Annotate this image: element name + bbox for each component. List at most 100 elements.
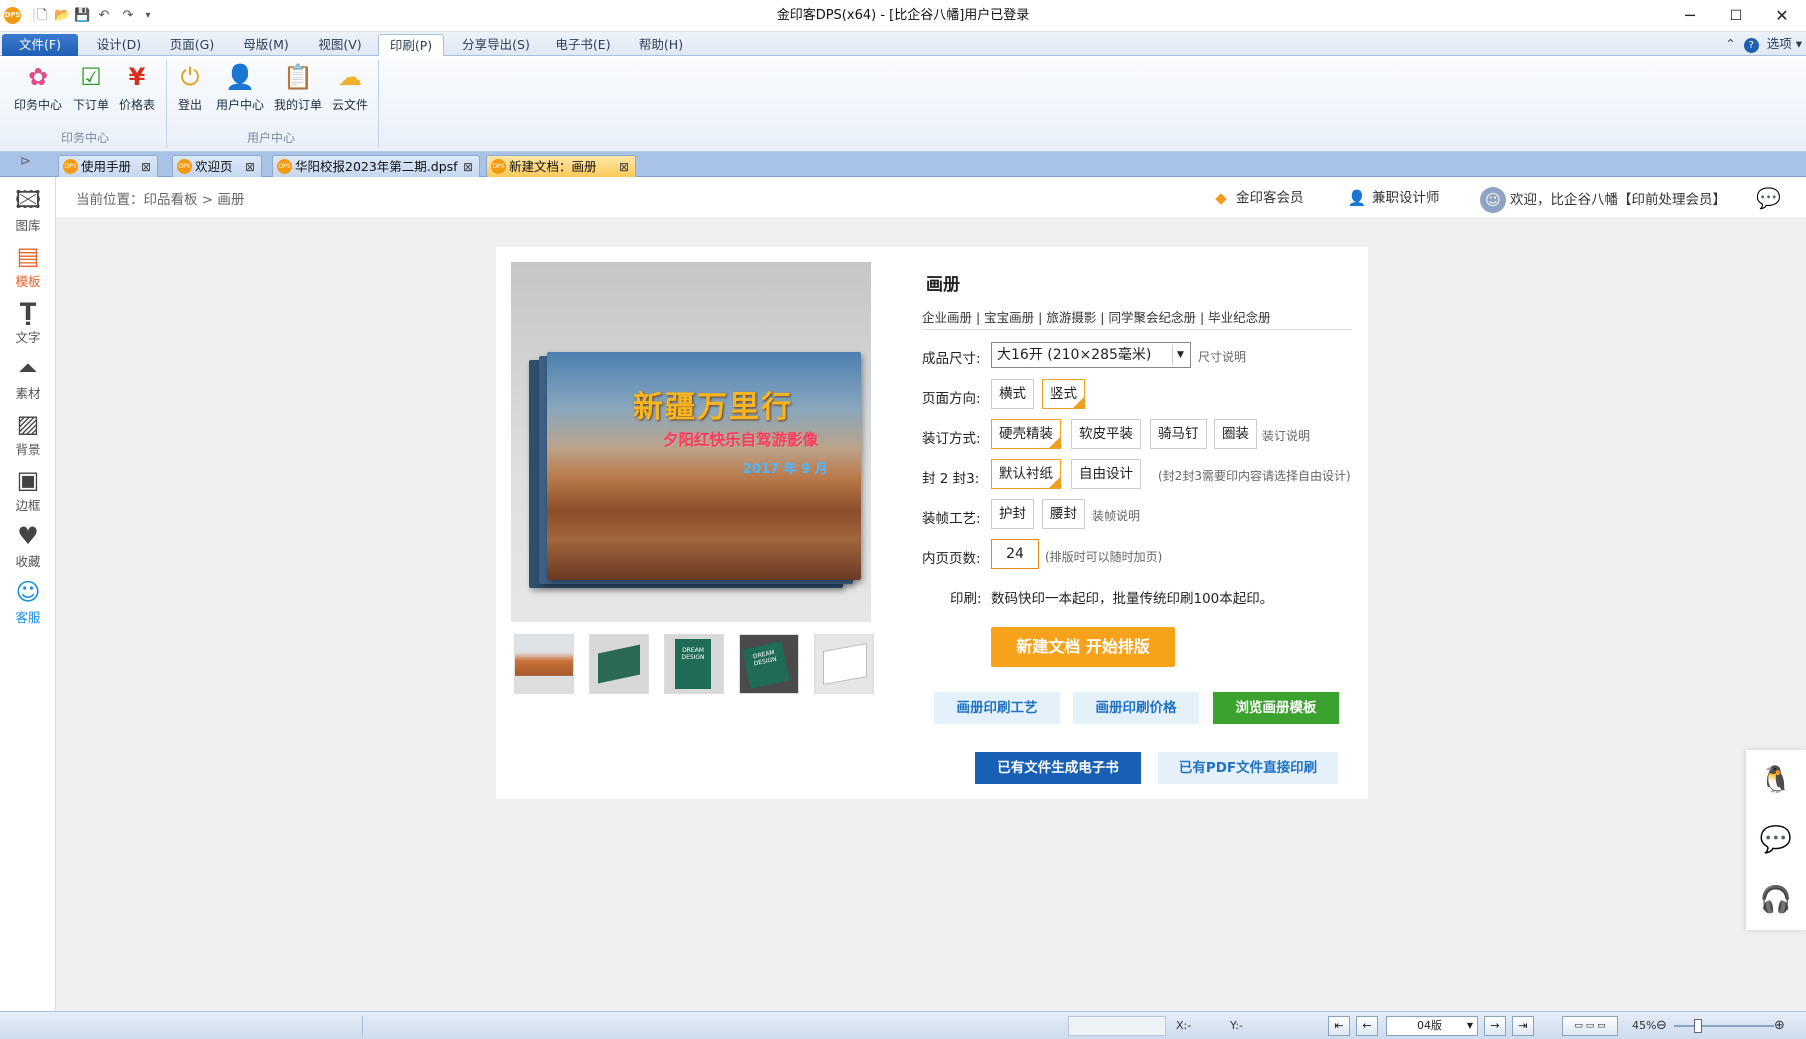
text-icon: Ṭ [19,298,37,326]
sidebar-item-gallery[interactable]: 🖾 图库 [0,181,56,237]
new-file-icon[interactable]: 🗋 [34,8,50,24]
sidebar-item-favorites[interactable]: ♥ 收藏 [0,517,56,573]
previous-page-icon[interactable]: ← [1356,1016,1378,1036]
menu-design[interactable]: 设计(D) [90,34,148,56]
new-document-button[interactable]: 新建文档 开始排版 [991,627,1175,667]
document-tab-bar: ⊳ DPS 使用手册 ⊠ DPS 欢迎页 ⊠ DPS 华阳校报2023年第二期.… [0,152,1806,177]
redo-icon[interactable]: ↷ [120,8,136,24]
craft-note-link[interactable]: 装帧说明 [1092,507,1140,524]
cover23-default[interactable]: 默认衬纸 ✓ [991,459,1061,489]
last-page-icon[interactable]: ⇥ [1512,1016,1534,1036]
template-icon: ▤ [16,242,40,270]
sidebar-item-templates[interactable]: ▤ 模板 [0,237,56,293]
view-mode-icon[interactable]: ▭ ▭ ▭ [1562,1016,1618,1036]
tab-welcome[interactable]: DPS 欢迎页 ⊠ [172,155,262,177]
print-center-button[interactable]: ✿ 印务中心 [10,62,66,118]
thumbnail-3[interactable]: DREAM DESIGN [664,634,724,694]
sidebar-item-background[interactable]: ▨ 背景 [0,405,56,461]
craft-belly-band[interactable]: 腰封 [1042,499,1085,529]
sidebar-item-support[interactable]: ☺ 客服 [0,573,56,629]
support-icon: ☺ [15,578,41,606]
maximize-button[interactable]: ☐ [1712,0,1760,32]
close-tab-icon[interactable]: ⊠ [245,156,255,178]
sidebar-item-materials[interactable]: ⏶ 素材 [0,349,56,405]
menu-page[interactable]: 页面(G) [164,34,220,56]
cloud-files-button[interactable]: ☁ 云文件 [328,62,372,118]
pages-input[interactable]: 24 [991,539,1039,569]
user-center-button[interactable]: 👤 用户中心 [212,62,268,118]
menu-share-export[interactable]: 分享导出(S) [456,34,536,56]
binding-saddle-stitch[interactable]: 骑马钉 [1150,419,1207,449]
tab-user-manual[interactable]: DPS 使用手册 ⊠ [58,155,158,177]
qq-icon[interactable]: 🐧 [1746,750,1806,810]
chevron-down-icon[interactable]: ▼ [1172,345,1188,365]
menu-help[interactable]: 帮助(H) [630,34,692,56]
page-select[interactable]: 04版 ▼ [1386,1016,1478,1036]
headset-icon[interactable]: 🎧 [1746,870,1806,930]
minimize-button[interactable]: ─ [1666,0,1714,32]
print-pdf-button[interactable]: 已有PDF文件直接印刷 [1158,752,1338,784]
size-select[interactable]: 大16开 (210×285毫米) ▼ [991,342,1191,368]
save-icon[interactable]: 💾 [74,8,90,24]
thumbnail-5[interactable] [814,634,874,694]
sidebar-item-border[interactable]: ▣ 边框 [0,461,56,517]
binding-ring[interactable]: 圈装 [1214,419,1257,449]
close-button[interactable]: ✕ [1758,0,1806,32]
status-bar: X:- Y:- ⇤ ← 04版 ▼ → ⇥ ▭ ▭ ▭ 45% ⊖ ⊕ [0,1011,1806,1039]
thumbnail-4[interactable]: DREAM DESIGN [739,634,799,694]
chevron-down-icon[interactable]: ▼ [1467,1017,1473,1035]
logout-button[interactable]: ⏻ 登出 [170,62,210,118]
orientation-landscape[interactable]: 横式 [991,379,1034,409]
help-icon[interactable]: ? [1743,38,1759,53]
generate-ebook-button[interactable]: 已有文件生成电子书 [975,752,1141,784]
sidebar-item-text[interactable]: Ṭ 文字 [0,293,56,349]
close-tab-icon[interactable]: ⊠ [463,156,473,178]
cover23-free-design[interactable]: 自由设计 [1071,459,1141,489]
welcome-user[interactable]: ☺ 欢迎，比企谷八幡【印前处理会员】 [1480,187,1726,213]
orientation-portrait[interactable]: 竖式 ✓ [1042,379,1085,409]
print-craft-link[interactable]: 画册印刷工艺 [934,692,1060,724]
undo-icon[interactable]: ↶ [96,8,112,24]
tab-school-paper[interactable]: DPS 华阳校报2023年第二期.dpsf ⊠ [272,155,480,177]
menu-print[interactable]: 印刷(P) [378,34,444,56]
menu-file[interactable]: 文件(F) [2,34,78,56]
category-links[interactable]: 企业画册 | 宝宝画册 | 旅游摄影 | 同学聚会纪念册 | 毕业纪念册 [922,307,1271,326]
size-note-link[interactable]: 尺寸说明 [1198,348,1246,365]
craft-dust-jacket[interactable]: 护封 [991,499,1034,529]
dps-icon: DPS [277,159,292,174]
dps-icon: DPS [491,159,506,174]
binding-softcover[interactable]: 软皮平装 [1071,419,1141,449]
options-menu[interactable]: ⌃ ? 选项 ▾ [1725,34,1802,54]
close-tab-icon[interactable]: ⊠ [619,156,629,178]
price-list-button[interactable]: ¥ 价格表 [114,62,160,118]
zoom-out-icon[interactable]: ⊖ [1656,1016,1667,1036]
zoom-slider-handle[interactable] [1694,1019,1702,1033]
collapse-ribbon-icon[interactable]: ⌃ [1725,36,1735,51]
designer-link[interactable]: 👤 兼职设计师 [1346,187,1440,209]
member-link[interactable]: ◆ 金印客会员 [1210,187,1303,209]
thumbnail-1[interactable] [514,634,574,694]
binding-hardcover[interactable]: 硬壳精装 ✓ [991,419,1061,449]
tab-new-document[interactable]: DPS 新建文档：画册 ⊠ [486,155,636,177]
designer-icon: 👤 [1347,189,1367,207]
place-order-button[interactable]: ☑ 下订单 [68,62,114,118]
first-page-icon[interactable]: ⇤ [1328,1016,1350,1036]
my-orders-button[interactable]: 📋 我的订单 [270,62,326,118]
thumbnail-2[interactable] [589,634,649,694]
zoom-in-icon[interactable]: ⊕ [1774,1016,1785,1036]
next-page-icon[interactable]: → [1484,1016,1506,1036]
open-folder-icon[interactable]: 📂 [54,8,70,24]
menu-view[interactable]: 视图(V) [312,34,368,56]
close-tab-icon[interactable]: ⊠ [141,156,151,178]
binding-note-link[interactable]: 装订说明 [1262,427,1310,444]
print-price-link[interactable]: 画册印刷价格 [1073,692,1199,724]
sidebar-toggle-icon[interactable]: ⊳ [20,154,31,169]
zoom-slider[interactable] [1674,1025,1774,1027]
wechat-icon[interactable]: 💬 [1746,810,1806,870]
menu-ebook[interactable]: 电子书(E) [550,34,616,56]
browse-templates-button[interactable]: 浏览画册模板 [1213,692,1339,724]
menu-master[interactable]: 母版(M) [236,34,296,56]
message-icon[interactable]: 💬 [1756,187,1781,209]
quick-access-dropdown-icon[interactable]: ▾ [140,8,156,24]
x-coordinate: X:- [1176,1019,1192,1032]
